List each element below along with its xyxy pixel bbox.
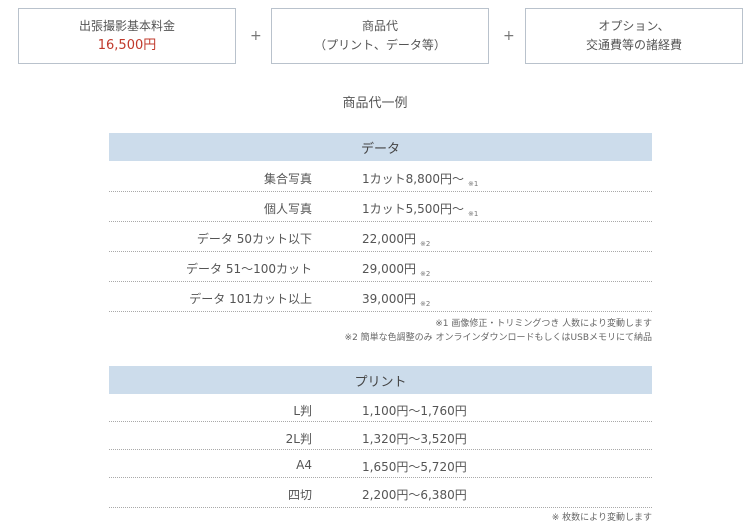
row-label: 四切 [287,488,312,502]
table-row: 個人写真 1カット5,500円～ ※1 [109,192,652,222]
print-footnote: ※ 枚数により変動します [551,513,652,523]
plus-sign-2: + [503,28,515,44]
data-footnote-2: ※2 簡単な色調整のみ オンラインダウンロードもしくはUSBメモリにて納品 [344,333,652,343]
row-label: データ 51～100カット [186,262,312,276]
table-row: データ 51～100カット 29,000円 ※2 [109,252,652,282]
print-section-header: プリント [109,366,652,394]
base-fee-price: 16,500円 [97,38,157,53]
row-label: A4 [296,458,312,472]
row-note: ※1 [468,180,479,188]
row-value: 1カット8,800円～ ※1 [362,172,479,188]
row-label: 個人写真 [263,202,312,216]
product-fee-detail: （プリント、データ等） [314,38,446,52]
option-fee-label: オプション、 [598,19,670,33]
table-row: データ 50カット以下 22,000円 ※2 [109,222,652,252]
section-subtitle: 商品代一例 [342,96,408,111]
row-value: 1,100円～1,760円 [362,404,467,418]
row-label: データ 101カット以上 [189,292,312,306]
row-value: 1,320円～3,520円 [362,432,467,446]
base-fee-box: 出張撮影基本料金 16,500円 [18,8,236,64]
row-label: L判 [293,404,312,418]
row-value: 2,200円～6,380円 [362,488,467,502]
table-row: L判 1,100円～1,760円 [109,394,652,422]
row-label: データ 50カット以下 [196,232,312,246]
table-row: 四切 2,200円～6,380円 [109,478,652,508]
option-fee-detail: 交通費等の諸経費 [585,38,682,52]
row-note: ※2 [420,270,431,278]
row-value: 22,000円 ※2 [362,232,431,248]
table-row: 集合写真 1カット8,800円～ ※1 [109,162,652,192]
product-fee-label: 商品代 [361,19,398,33]
row-note: ※2 [420,240,431,248]
table-row: 2L判 1,320円～3,520円 [109,422,652,450]
table-row: データ 101カット以上 39,000円 ※2 [109,282,652,312]
row-value: 1,650円～5,720円 [362,460,467,474]
row-value: 29,000円 ※2 [362,262,431,278]
row-value: 39,000円 ※2 [362,292,431,308]
data-footnote-1: ※1 画像修正・トリミングつき 人数により変動します [435,319,652,329]
row-label: 集合写真 [263,172,312,186]
row-value: 1カット5,500円～ ※1 [362,202,479,218]
row-note: ※2 [420,300,431,308]
row-note: ※1 [468,210,479,218]
option-fee-box: オプション、 交通費等の諸経費 [525,8,743,64]
row-label: 2L判 [285,432,312,446]
product-fee-box: 商品代 （プリント、データ等） [271,8,489,64]
plus-sign-1: + [250,28,262,44]
data-section-header: データ [109,133,652,161]
table-row: A4 1,650円～5,720円 [109,450,652,478]
base-fee-label: 出張撮影基本料金 [78,19,175,33]
